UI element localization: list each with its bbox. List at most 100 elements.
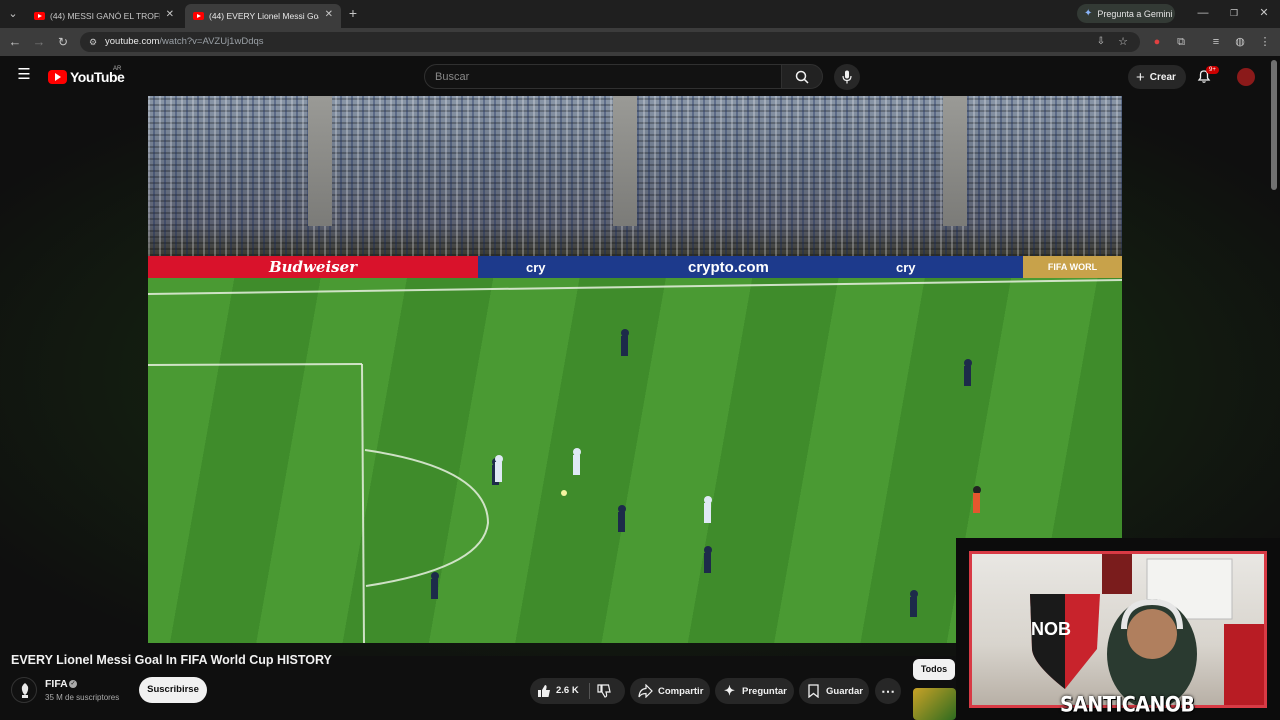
subscriber-count: 35 M de suscriptores xyxy=(45,693,120,702)
youtube-favicon-icon xyxy=(193,12,204,20)
chip-all[interactable]: Todos xyxy=(913,659,955,680)
crypto-board-short: cry xyxy=(896,260,916,275)
ball xyxy=(561,490,567,496)
player xyxy=(910,590,918,598)
new-tab-icon[interactable]: + xyxy=(346,6,360,20)
url-text: youtube.com/watch?v=AVZUj1wDdqs xyxy=(105,36,264,47)
microphone-icon xyxy=(842,70,852,84)
like-count: 2.6 K xyxy=(556,685,579,696)
webcam-scene xyxy=(1030,554,1264,705)
account-avatar[interactable] xyxy=(1237,68,1255,86)
save-button[interactable]: Guardar xyxy=(799,678,869,704)
player xyxy=(621,336,628,356)
like-dislike-group: 2.6 K xyxy=(530,678,625,704)
stadium-crowd xyxy=(148,96,1122,256)
stadium-aisle xyxy=(943,96,967,226)
player xyxy=(618,505,626,513)
hamburger-menu-icon[interactable]: ☰ xyxy=(16,67,32,82)
streamer-name: SANTICANOB xyxy=(1060,692,1195,718)
profile-icon[interactable]: ◍ xyxy=(1233,35,1247,49)
player xyxy=(964,366,971,386)
minimize-icon[interactable]: — xyxy=(1196,6,1210,20)
gemini-spark-icon: ✦ xyxy=(1084,8,1093,19)
install-app-icon[interactable]: ⇩ xyxy=(1094,35,1108,49)
thumbs-down-icon xyxy=(597,684,611,698)
referee xyxy=(973,493,980,513)
poster xyxy=(1102,554,1132,594)
jersey xyxy=(1224,624,1264,705)
verified-check-icon: ✓ xyxy=(69,680,77,688)
player xyxy=(573,455,580,475)
create-button[interactable]: + Crear xyxy=(1128,65,1186,89)
players xyxy=(431,329,972,617)
voice-search-button[interactable] xyxy=(834,64,860,90)
bookmark-icon xyxy=(808,684,819,698)
thumbs-up-icon xyxy=(538,685,550,697)
extensions-puzzle-icon[interactable]: ⧉ xyxy=(1174,35,1188,49)
search-input[interactable] xyxy=(425,65,781,88)
search-button[interactable] xyxy=(781,64,823,89)
search-icon xyxy=(795,70,809,84)
notification-count-badge: 9+ xyxy=(1206,66,1219,74)
player xyxy=(573,448,581,456)
bookmark-star-icon[interactable]: ☆ xyxy=(1116,35,1130,49)
nob-crest-black-half xyxy=(1030,594,1065,689)
tab-search-chevron-icon[interactable]: ⌄ xyxy=(6,7,20,21)
player xyxy=(964,359,972,367)
crypto-board-short: cry xyxy=(526,260,546,275)
channel-avatar[interactable] xyxy=(11,677,37,703)
player xyxy=(618,512,625,532)
browser-tab-bar: ⌄ (44) MESSI GANÓ EL TROFEO E ✕ (44) EVE… xyxy=(0,0,1280,28)
back-icon[interactable]: ← xyxy=(8,35,22,49)
tab-every-messi-goal[interactable]: (44) EVERY Lionel Messi Goal In ✕ xyxy=(185,4,341,28)
save-label: Guardar xyxy=(826,686,863,697)
reload-icon[interactable]: ↻ xyxy=(56,35,70,49)
omnibox[interactable]: ⚙ youtube.com/watch?v=AVZUj1wDdqs ⇩ ☆ xyxy=(80,32,1140,52)
create-label: Crear xyxy=(1149,71,1176,83)
player xyxy=(431,579,438,599)
webcam-frame: NOB xyxy=(969,551,1267,708)
referee xyxy=(973,486,981,494)
player xyxy=(431,572,439,580)
share-label: Compartir xyxy=(658,686,704,697)
site-info-icon[interactable]: ⚙ xyxy=(86,35,100,49)
video-title: EVERY Lionel Messi Goal In FIFA World Cu… xyxy=(11,653,332,667)
close-window-icon[interactable]: ✕ xyxy=(1257,6,1271,20)
player xyxy=(704,553,711,573)
advertising-boards: Budweiser cry crypto.com cry FIFA WORL xyxy=(148,256,1122,278)
like-button[interactable] xyxy=(537,684,551,701)
budweiser-board: Budweiser xyxy=(148,256,478,278)
ask-label: Preguntar xyxy=(742,686,787,697)
player xyxy=(495,455,503,463)
page-scrollbar[interactable] xyxy=(1271,60,1277,190)
gemini-label: Pregunta a Gemini xyxy=(1097,8,1173,19)
restore-icon[interactable]: ❐ xyxy=(1227,6,1241,20)
tab-label: (44) EVERY Lionel Messi Goal In xyxy=(209,11,319,21)
crest-text: NOB xyxy=(1031,619,1071,639)
browser-menu-icon[interactable]: ⋮ xyxy=(1258,35,1272,49)
channel-name[interactable]: FIFA xyxy=(45,678,68,690)
crypto-board: crypto.com xyxy=(688,259,769,276)
tab-messi-trofeo[interactable]: (44) MESSI GANÓ EL TROFEO E ✕ xyxy=(26,4,182,28)
share-button[interactable]: Compartir xyxy=(630,678,710,704)
media-controls-icon[interactable]: ≡ xyxy=(1209,35,1223,49)
ask-button[interactable]: ✦ Preguntar xyxy=(715,678,794,704)
youtube-header: ☰ YouTube AR + Crear 9+ xyxy=(0,56,1280,96)
extension-red-icon[interactable]: ● xyxy=(1150,35,1164,49)
gemini-button[interactable]: ✦ Pregunta a Gemini xyxy=(1077,4,1175,23)
fifa-board: FIFA WORL xyxy=(1023,256,1122,278)
youtube-logo[interactable]: YouTube AR xyxy=(48,66,125,85)
ask-spark-icon: ✦ xyxy=(724,683,735,698)
dislike-button[interactable] xyxy=(597,684,611,701)
close-tab-icon[interactable]: ✕ xyxy=(166,9,174,20)
plus-icon: + xyxy=(1136,68,1145,86)
forward-icon[interactable]: → xyxy=(32,35,46,49)
country-code: AR xyxy=(113,66,122,72)
player xyxy=(704,503,711,523)
recommended-video-thumbnail[interactable] xyxy=(913,688,956,720)
search-box xyxy=(424,64,782,89)
youtube-favicon-icon xyxy=(34,12,45,20)
subscribe-button[interactable]: Suscribirse xyxy=(139,677,207,703)
close-tab-icon[interactable]: ✕ xyxy=(325,9,333,20)
more-actions-button[interactable]: ⋯ xyxy=(875,678,901,704)
